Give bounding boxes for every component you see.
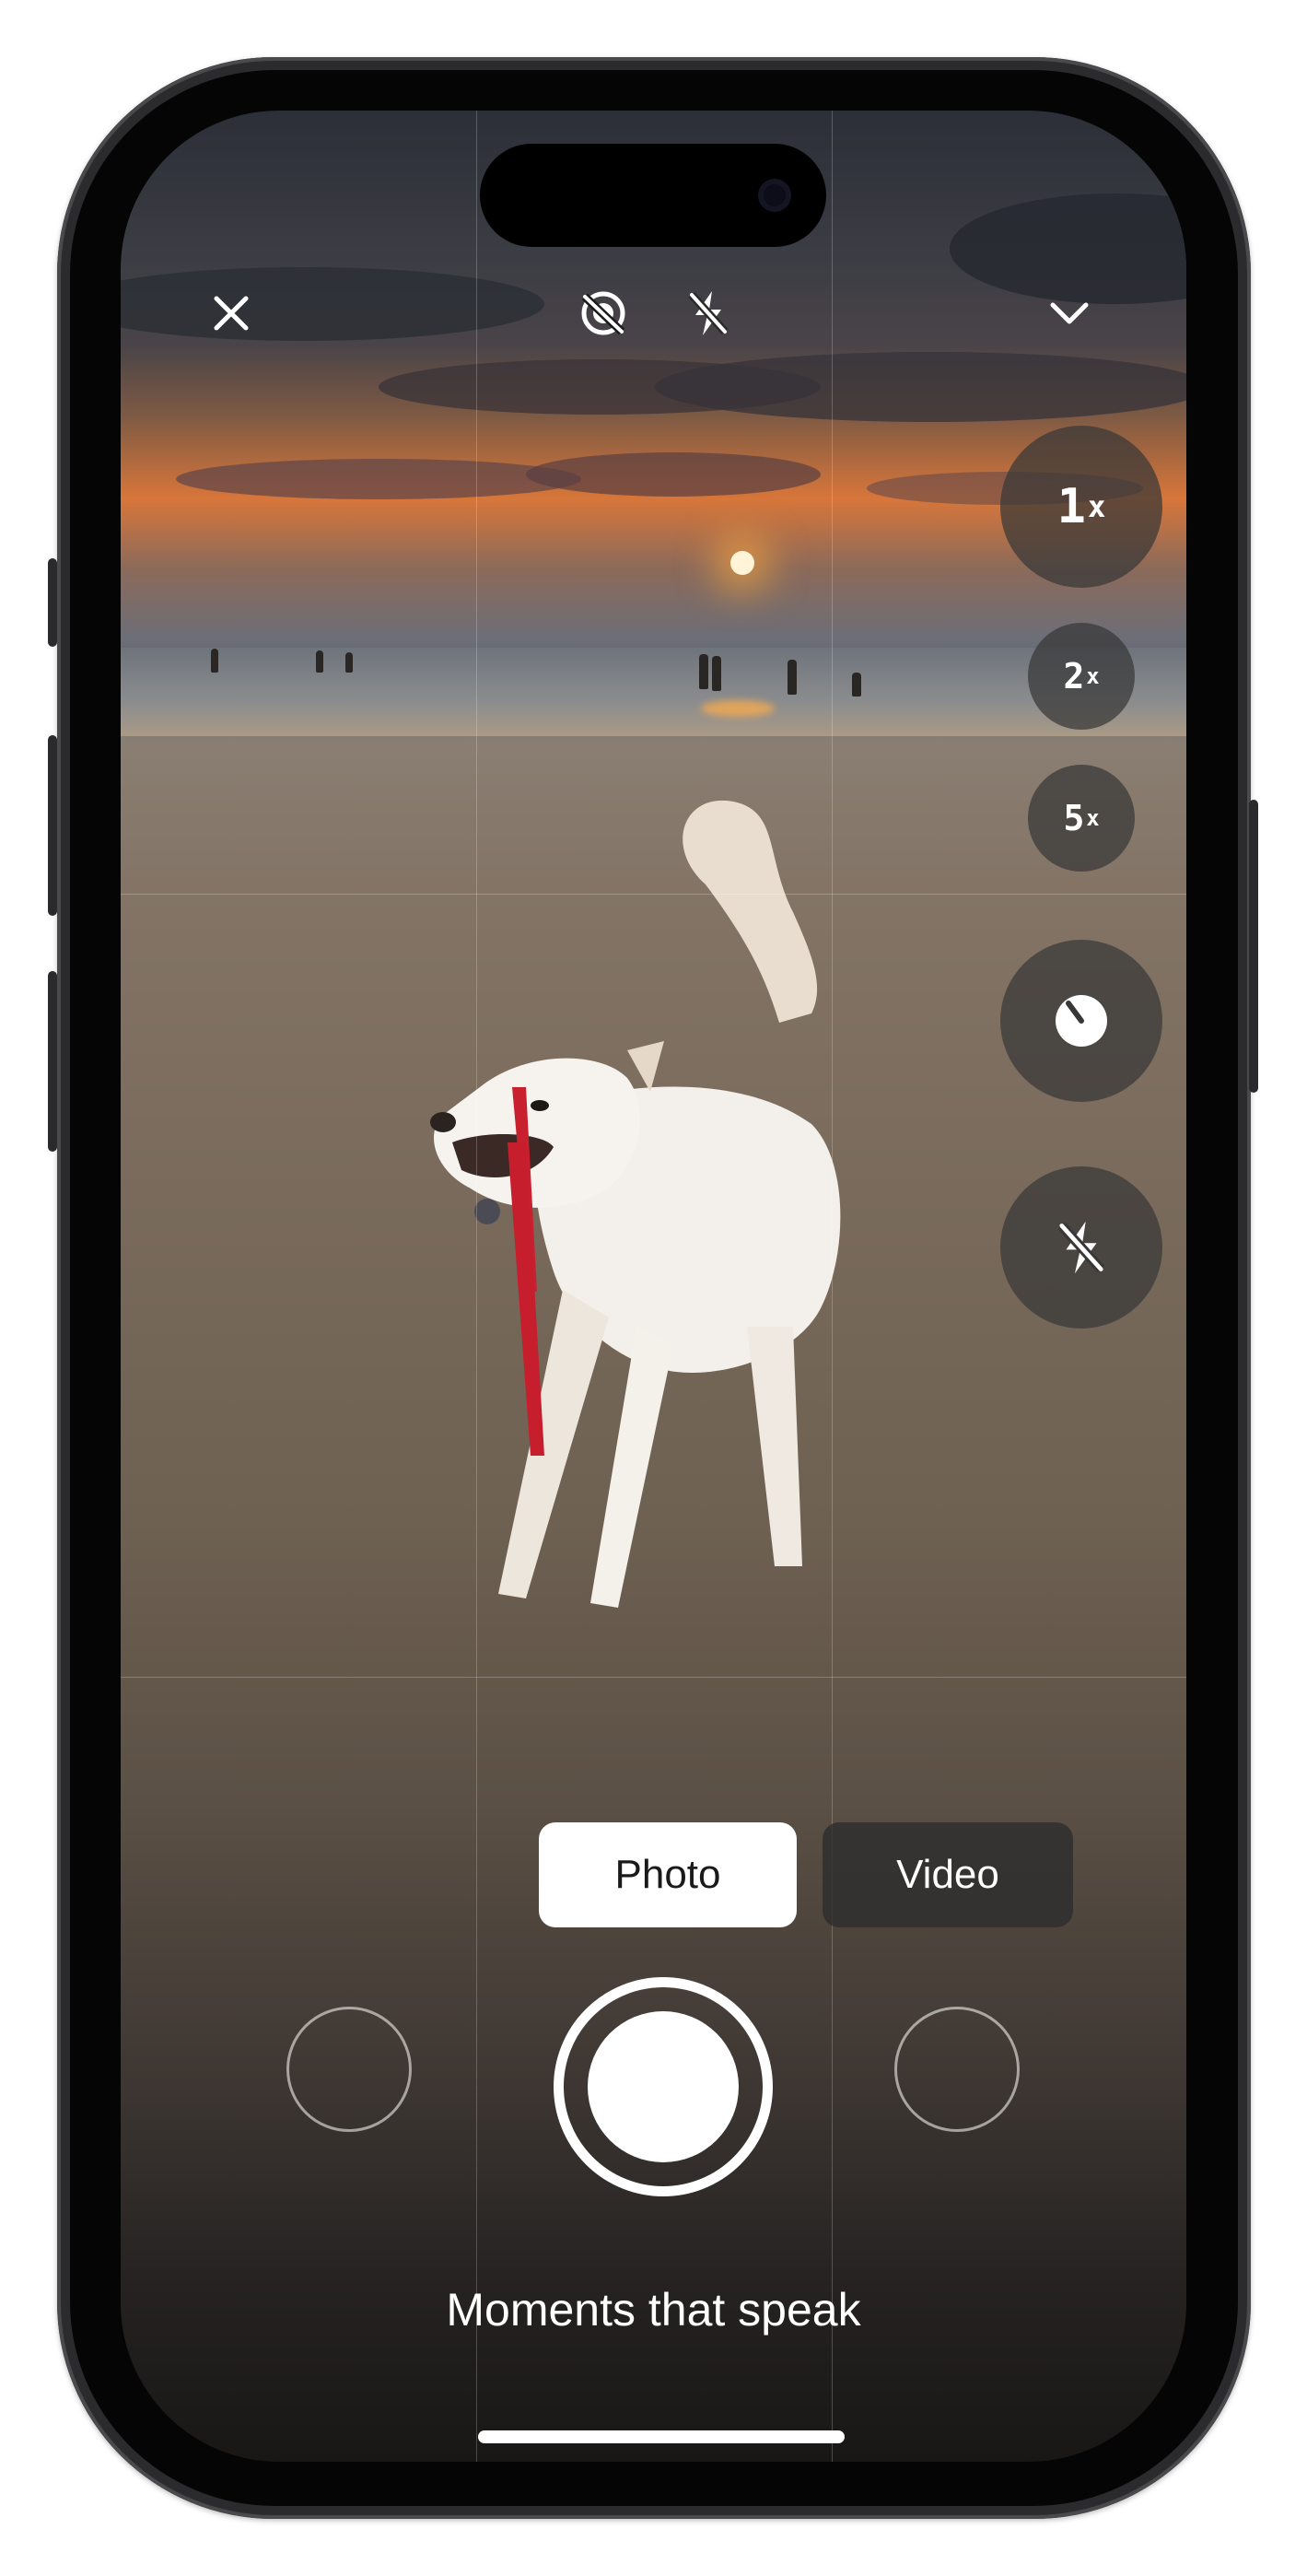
zoom-suffix: x xyxy=(1087,489,1106,524)
beach-person xyxy=(852,673,861,697)
sea-horizon xyxy=(121,648,1186,736)
front-camera-lens xyxy=(758,179,791,212)
shutter-inner xyxy=(588,2011,739,2162)
shutter-button[interactable] xyxy=(554,1977,773,2196)
grid-line xyxy=(121,894,1186,895)
beach-person xyxy=(345,652,353,673)
power-button xyxy=(1249,800,1258,1093)
beach-person xyxy=(316,650,323,673)
video-mode-button[interactable]: Video xyxy=(823,1822,1073,1927)
flash-off-icon xyxy=(1057,1221,1105,1274)
setting-sun xyxy=(730,551,754,575)
beach-person xyxy=(699,654,708,689)
dog-subject xyxy=(430,800,841,1608)
zoom-value: 5 xyxy=(1063,798,1085,838)
switch-camera-button[interactable] xyxy=(894,2007,1020,2132)
grid-line xyxy=(121,1677,1186,1678)
flash-toggle-button[interactable] xyxy=(1000,1166,1162,1329)
close-icon[interactable] xyxy=(204,286,259,341)
zoom-suffix: x xyxy=(1086,663,1100,689)
live-photo-off-icon[interactable] xyxy=(572,282,635,345)
flash-off-icon[interactable] xyxy=(677,282,740,345)
zoom-5x-button[interactable]: 5x xyxy=(1028,765,1135,872)
photo-mode-button[interactable]: Photo xyxy=(539,1822,797,1927)
home-indicator[interactable] xyxy=(478,2430,845,2443)
zoom-value: 1 xyxy=(1056,479,1086,534)
volume-down-button xyxy=(48,971,57,1152)
chevron-down-icon[interactable] xyxy=(1042,286,1097,341)
timer-icon xyxy=(1056,995,1107,1047)
zoom-1x-button[interactable]: 1x xyxy=(1000,426,1162,588)
volume-up-button xyxy=(48,735,57,916)
zoom-2x-button[interactable]: 2x xyxy=(1028,623,1135,730)
timer-button[interactable] xyxy=(1000,940,1162,1102)
zoom-value: 2 xyxy=(1063,656,1085,697)
beach-person xyxy=(712,656,721,691)
zoom-suffix: x xyxy=(1086,805,1100,831)
dynamic-island xyxy=(480,144,826,247)
sea-reflection xyxy=(701,700,775,717)
silent-switch xyxy=(48,558,57,647)
grid-line xyxy=(832,111,833,2462)
tagline-text: Moments that speak xyxy=(446,2284,861,2336)
beach-person xyxy=(788,660,797,695)
grid-line xyxy=(476,111,477,2462)
beach-person xyxy=(211,649,218,673)
gallery-thumbnail-button[interactable] xyxy=(286,2007,412,2132)
camera-viewfinder[interactable]: 1x 2x 5x Photo Video Moments that speak xyxy=(121,111,1186,2462)
